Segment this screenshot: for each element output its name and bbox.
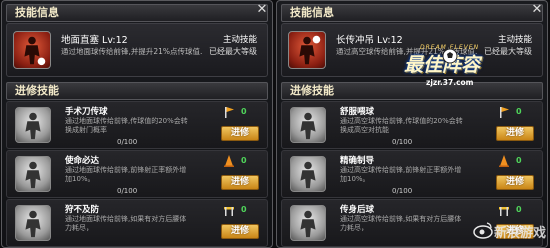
hurdle-icon <box>499 207 509 216</box>
train-skill-row: 狩不及防 通过地面球传给前锋,如果有对方后腰体力耗尽， 0 进修 <box>6 199 268 247</box>
train-skill-row: 手术刀传球 通过地面球传给前锋,传球值的20%会转换成射门概率 0/100 0 … <box>6 101 268 149</box>
train-cost: 0 <box>213 106 269 120</box>
train-cost-value: 0 <box>516 107 522 116</box>
sina-watermark: 新浪游戏 <box>472 218 550 244</box>
train-skill-progress: 0/100 <box>392 138 413 146</box>
left-skill-panel: 技能信息 ✕ 地面直塞 Lv:12 通过地面球传给前锋,并提升21%点传球值. … <box>1 0 273 248</box>
train-button[interactable]: 进修 <box>221 175 259 190</box>
train-skill-row: 精确制导 通过高空球传给前锋,前锋射正率额外增加10%。 0/100 0 进修 <box>281 150 543 198</box>
hurdle-icon <box>224 207 234 216</box>
train-skill-name: 手术刀传球 <box>65 107 108 117</box>
skill-type-label: 主动技能 <box>497 35 532 45</box>
train-skill-name: 传身后球 <box>340 205 375 215</box>
skill-type-label: 主动技能 <box>222 35 257 45</box>
flag-icon <box>225 107 234 118</box>
max-level-label: 已经最大等级 <box>209 47 257 56</box>
cone-icon <box>224 155 234 167</box>
train-cost-value: 0 <box>241 156 247 165</box>
active-skill-icon <box>13 31 51 69</box>
train-cost: 0 <box>213 204 269 218</box>
train-skill-desc: 通过高空球传给前锋,前锋射正率额外增加10%。 <box>340 166 462 183</box>
train-skill-progress: 0/100 <box>117 138 138 146</box>
player-portrait-icon <box>15 205 51 241</box>
train-cost: 0 <box>213 155 269 169</box>
train-skill-desc: 通过高空球传给前锋,传球值的20%会转换成高空对抗能 <box>340 117 463 134</box>
train-button[interactable]: 进修 <box>496 175 534 190</box>
close-button[interactable]: ✕ <box>255 3 269 17</box>
player-portrait-icon <box>290 107 326 143</box>
train-cost-value: 0 <box>241 107 247 116</box>
close-button[interactable]: ✕ <box>530 3 544 17</box>
right-skill-panel: 技能信息 ✕ 长传冲吊 Lv:12 通过高空球传给前锋,并提升21%点传球值. … <box>276 0 548 248</box>
skill-info-header: 技能信息 <box>6 4 268 22</box>
train-cost: 0 <box>488 155 544 169</box>
train-skill-progress: 0/100 <box>117 187 138 195</box>
train-skill-name: 舒服喂球 <box>340 107 375 117</box>
active-skill-icon <box>288 31 326 69</box>
train-skill-name: 狩不及防 <box>65 205 100 215</box>
train-button[interactable]: 进修 <box>221 126 259 141</box>
player-portrait-icon <box>15 107 51 143</box>
active-skill-desc: 通过地面球传给前锋,并提升21%点传球值. <box>61 47 203 56</box>
active-skill-card: 地面直塞 Lv:12 通过地面球传给前锋,并提升21%点传球值. 主动技能 已经… <box>6 23 268 77</box>
train-cost-value: 0 <box>241 205 247 214</box>
train-skills-header: 进修技能 <box>6 82 268 100</box>
train-skill-name: 使命必达 <box>65 156 100 166</box>
train-button[interactable]: 进修 <box>221 224 259 239</box>
train-skill-progress: 0/100 <box>392 187 413 195</box>
train-skill-desc: 通过地面球传给前锋,前锋射正率额外增加10%。 <box>65 166 187 183</box>
train-cost-value: 0 <box>516 156 522 165</box>
train-skill-name: 精确制导 <box>340 156 375 166</box>
logo-url: zjzr.37.com <box>426 78 474 87</box>
flag-icon <box>500 107 509 118</box>
train-cost: 0 <box>488 106 544 120</box>
active-skill-title: 长传冲吊 Lv:12 <box>336 35 403 46</box>
train-skill-row: 舒服喂球 通过高空球传给前锋,传球值的20%会转换成高空对抗能 0/100 0 … <box>281 101 543 149</box>
skill-info-header: 技能信息 <box>281 4 543 22</box>
train-cost: 0 <box>488 204 544 218</box>
train-skill-desc: 通过高空球传给前锋,如果有对方后腰体力耗尽， <box>340 215 462 232</box>
train-skill-row: 使命必达 通过地面球传给前锋,前锋射正率额外增加10%。 0/100 0 进修 <box>6 150 268 198</box>
game-logo: DREAM ELEVEN 最佳阵容 zjzr.37.com <box>398 40 498 102</box>
player-portrait-icon <box>290 205 326 241</box>
cone-icon <box>499 155 509 167</box>
player-portrait-icon <box>290 156 326 192</box>
watermark-text: 新浪游戏 <box>494 226 547 241</box>
active-skill-title: 地面直塞 Lv:12 <box>61 35 128 46</box>
train-skill-desc: 通过地面球传给前锋,传球值的20%会转换成射门概率 <box>65 117 188 134</box>
train-button[interactable]: 进修 <box>496 126 534 141</box>
train-cost-value: 0 <box>516 205 522 214</box>
train-skill-desc: 通过地面球传给前锋,如果有对方后腰体力耗尽， <box>65 215 187 232</box>
sina-eye-icon <box>473 222 493 239</box>
player-portrait-icon <box>15 156 51 192</box>
soccer-ball-icon <box>442 48 458 64</box>
